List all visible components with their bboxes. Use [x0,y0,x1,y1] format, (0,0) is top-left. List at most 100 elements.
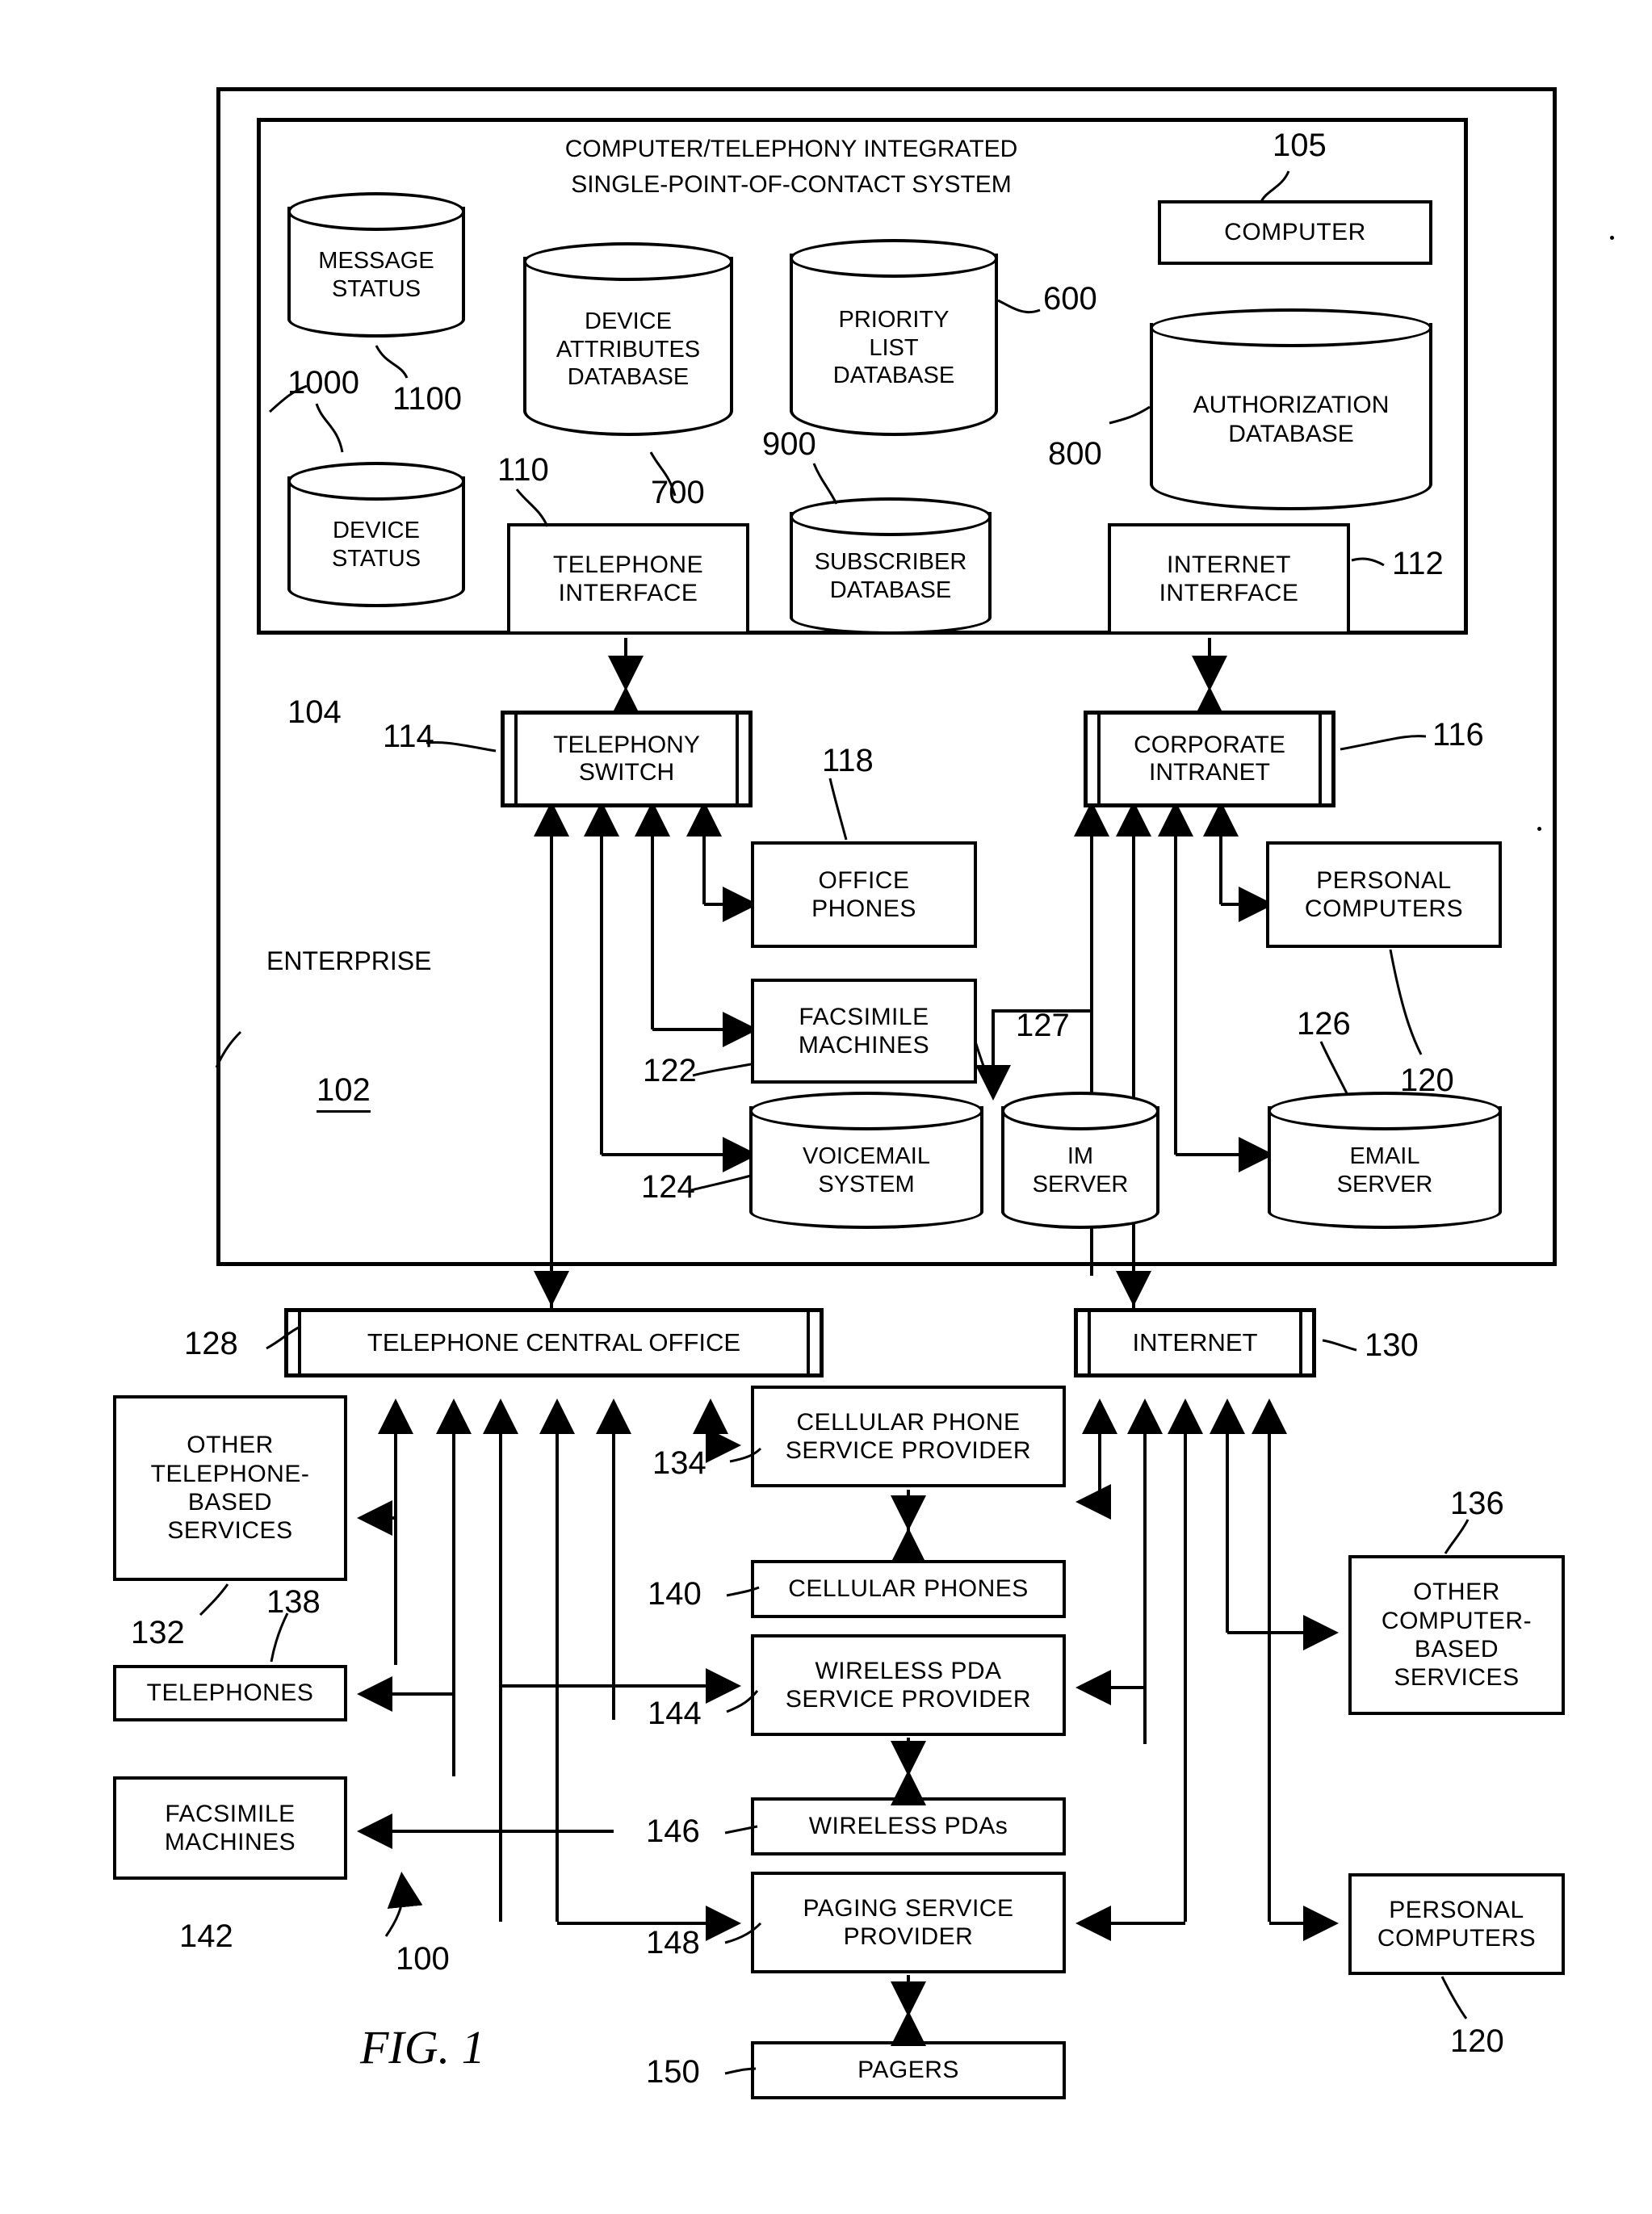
ref-128: 128 [184,1326,238,1361]
telephones-box[interactable]: TELEPHONES [113,1665,347,1721]
ref-1100: 1100 [392,381,463,417]
message-status-db-label: MESSAGE STATUS [318,248,434,302]
ref-134: 134 [652,1445,707,1481]
email-server-label: EMAIL SERVER [1336,1143,1433,1197]
other-computer-based-services-label: OTHER COMPUTER- BASED SERVICES [1381,1579,1533,1692]
scan-artifact-dot [1537,827,1541,831]
ref-120-enterprise: 120 [1400,1063,1454,1098]
ref-118: 118 [822,743,874,778]
ref-146: 146 [646,1814,700,1849]
cellular-phone-service-provider-label: CELLULAR PHONE SERVICE PROVIDER [785,1408,1032,1464]
wireless-pdas-box[interactable]: WIRELESS PDAs [751,1797,1066,1855]
ref-104: 104 [287,694,342,730]
wireless-pdas-label: WIRELESS PDAs [808,1813,1008,1840]
personal-computers-external-label: PERSONAL COMPUTERS [1377,1896,1537,1952]
personal-computers-enterprise-box[interactable]: PERSONAL COMPUTERS [1266,841,1502,948]
ref-600: 600 [1043,281,1097,317]
ref-112: 112 [1392,546,1444,581]
scan-artifact-dot [1610,236,1614,240]
cellular-phones-label: CELLULAR PHONES [788,1575,1029,1603]
priority-list-db[interactable]: PRIORITY LIST DATABASE [790,239,998,436]
internet-interface-box[interactable]: INTERNET INTERFACE [1108,523,1350,635]
email-server-db[interactable]: EMAIL SERVER [1268,1092,1502,1229]
device-attributes-db-label: DEVICE ATTRIBUTES DATABASE [556,308,701,391]
ref-142: 142 [179,1918,233,1954]
ref-124: 124 [641,1169,695,1205]
authorization-db[interactable]: AUTHORIZATION DATABASE [1150,308,1432,510]
device-status-db[interactable]: DEVICE STATUS [287,462,465,607]
ref-140: 140 [648,1576,702,1612]
authorization-db-label: AUTHORIZATION DATABASE [1193,392,1390,447]
subscriber-db[interactable]: SUBSCRIBER DATABASE [790,497,992,635]
im-server-label: IM SERVER [1032,1143,1129,1197]
message-status-db[interactable]: MESSAGE STATUS [287,192,465,338]
ref-100: 100 [396,1941,450,1977]
telephones-label: TELEPHONES [146,1679,314,1707]
computer-box[interactable]: COMPUTER [1158,200,1432,265]
paging-service-provider-box[interactable]: PAGING SERVICE PROVIDER [751,1872,1066,1973]
internet-interface-label: INTERNET INTERFACE [1159,551,1299,606]
ref-800: 800 [1048,436,1102,472]
facsimile-machines-external-box[interactable]: FACSIMILE MACHINES [113,1776,347,1880]
ref-900: 900 [762,426,816,462]
telephone-interface-box[interactable]: TELEPHONE INTERFACE [507,523,749,635]
figure-canvas: COMPUTER/TELEPHONY INTEGRATED SINGLE-POI… [0,0,1652,2214]
figure-caption: FIG. 1 [360,2021,485,2074]
pagers-label: PAGERS [857,2057,959,2084]
office-phones-box[interactable]: OFFICE PHONES [751,841,977,948]
device-status-db-label: DEVICE STATUS [331,518,421,572]
voicemail-system-db[interactable]: VOICEMAIL SYSTEM [749,1092,983,1229]
ref-126: 126 [1297,1006,1351,1042]
facsimile-machines-enterprise-box[interactable]: FACSIMILE MACHINES [751,979,977,1084]
ref-130: 130 [1365,1327,1419,1363]
ref-114: 114 [383,719,434,754]
ref-136: 136 [1450,1486,1504,1521]
personal-computers-external-box[interactable]: PERSONAL COMPUTERS [1348,1873,1565,1975]
ref-122: 122 [643,1053,697,1088]
pagers-box[interactable]: PAGERS [751,2041,1066,2099]
ref-148: 148 [646,1925,700,1960]
corporate-intranet-label: CORPORATE INTRANET [1111,731,1308,787]
ref-132: 132 [131,1615,185,1650]
facsimile-machines-external-label: FACSIMILE MACHINES [164,1800,296,1855]
wireless-pda-service-provider-label: WIRELESS PDA SERVICE PROVIDER [785,1657,1032,1713]
enterprise-label: ENTERPRISE [266,946,432,975]
ref-700: 700 [651,475,705,510]
telephony-switch-bus[interactable]: TELEPHONY SWITCH [501,711,753,807]
priority-list-db-label: PRIORITY LIST DATABASE [832,306,955,389]
telephone-central-office-bus[interactable]: TELEPHONE CENTRAL OFFICE [284,1308,824,1377]
voicemail-system-label: VOICEMAIL SYSTEM [803,1143,930,1197]
cellular-phones-box[interactable]: CELLULAR PHONES [751,1560,1066,1618]
other-telephone-based-services-box[interactable]: OTHER TELEPHONE- BASED SERVICES [113,1395,347,1581]
telephone-interface-label: TELEPHONE INTERFACE [552,551,704,606]
ref-116: 116 [1432,717,1484,753]
ref-120-external: 120 [1450,2023,1504,2059]
ref-150: 150 [646,2054,700,2090]
telephony-switch-label: TELEPHONY SWITCH [530,731,723,787]
telephone-central-office-label: TELEPHONE CENTRAL OFFICE [344,1328,764,1357]
office-phones-label: OFFICE PHONES [811,866,916,922]
other-telephone-based-services-label: OTHER TELEPHONE- BASED SERVICES [150,1432,310,1545]
im-server-db[interactable]: IM SERVER [1001,1092,1159,1229]
other-computer-based-services-box[interactable]: OTHER COMPUTER- BASED SERVICES [1348,1555,1565,1715]
ref-144: 144 [648,1696,702,1731]
spoc-title-line2: SINGLE-POINT-OF-CONTACT SYSTEM [571,171,1012,198]
spoc-title-line1: COMPUTER/TELEPHONY INTEGRATED [564,136,1018,162]
ref-127: 127 [1016,1008,1070,1043]
subscriber-db-label: SUBSCRIBER DATABASE [814,549,967,603]
device-attributes-db[interactable]: DEVICE ATTRIBUTES DATABASE [523,242,733,436]
internet-bus[interactable]: INTERNET [1074,1308,1316,1377]
paging-service-provider-label: PAGING SERVICE PROVIDER [803,1894,1014,1950]
ref-102: 102 [317,1072,371,1113]
personal-computers-enterprise-label: PERSONAL COMPUTERS [1304,866,1464,922]
ref-1000: 1000 [287,365,359,400]
ref-110: 110 [497,452,549,488]
computer-label: COMPUTER [1224,219,1366,246]
facsimile-machines-enterprise-label: FACSIMILE MACHINES [798,1003,930,1059]
ref-105: 105 [1273,128,1327,163]
corporate-intranet-bus[interactable]: CORPORATE INTRANET [1084,711,1335,807]
ref-138: 138 [266,1584,321,1620]
internet-label: INTERNET [1109,1328,1281,1357]
wireless-pda-service-provider-box[interactable]: WIRELESS PDA SERVICE PROVIDER [751,1634,1066,1736]
cellular-phone-service-provider-box[interactable]: CELLULAR PHONE SERVICE PROVIDER [751,1386,1066,1487]
